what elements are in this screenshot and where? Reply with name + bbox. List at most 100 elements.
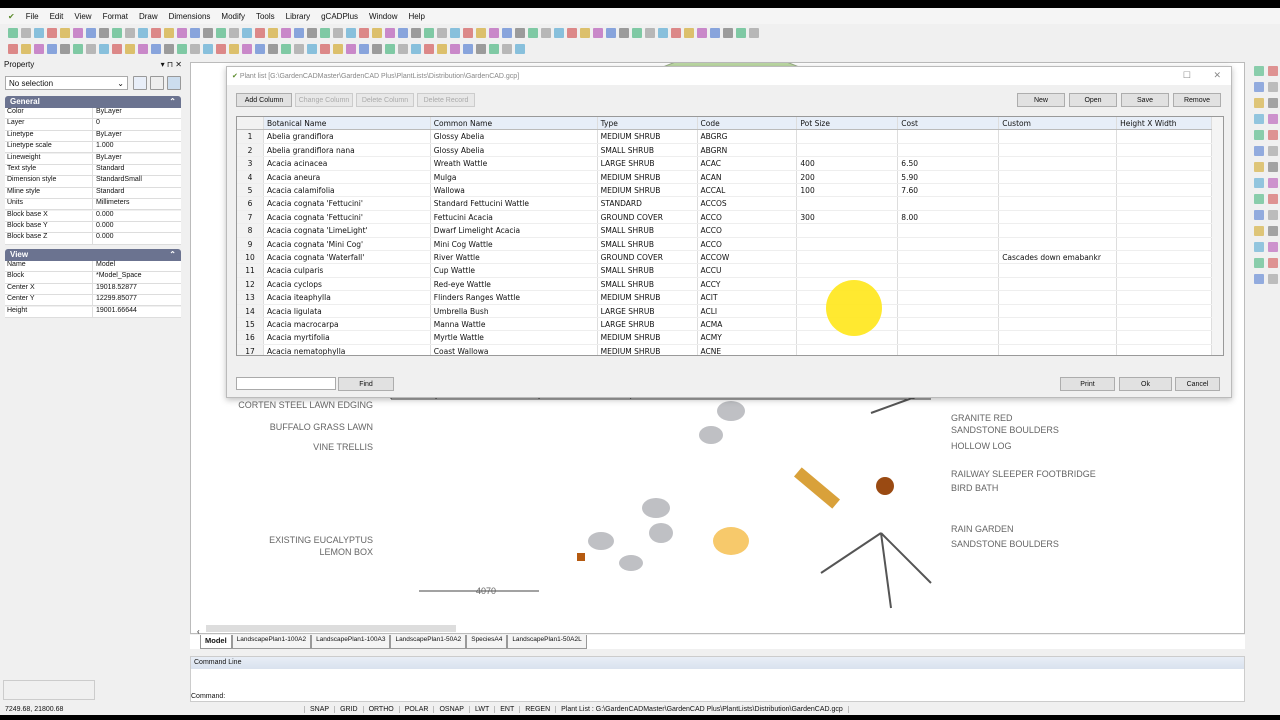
toolbar-tool-icon[interactable]	[489, 44, 499, 54]
property-value[interactable]: 0	[93, 119, 100, 129]
table-cell[interactable]	[898, 264, 1000, 277]
tab-landscapeplan1-100a3[interactable]: LandscapePlan1-100A3	[311, 635, 391, 649]
maximize-icon[interactable]: ☐	[1183, 70, 1191, 81]
table-cell[interactable]: 9	[237, 237, 264, 250]
toolbar-tool-icon[interactable]	[151, 44, 161, 54]
table-cell[interactable]: ACLI	[698, 304, 798, 317]
table-cell[interactable]: Flinders Ranges Wattle	[431, 291, 598, 304]
table-cell[interactable]: 2	[237, 143, 264, 157]
close-icon[interactable]: ✕	[1213, 70, 1221, 81]
toolbar-tool-icon[interactable]	[34, 28, 44, 38]
toolbar-tool-icon[interactable]	[281, 28, 291, 38]
tool-icon[interactable]	[1268, 194, 1278, 204]
table-cell[interactable]	[898, 291, 1000, 304]
table-cell[interactable]: ACCOS	[698, 197, 798, 210]
table-cell[interactable]: Abelia grandiflora	[264, 130, 431, 143]
tool-icon[interactable]	[1254, 242, 1264, 252]
table-cell[interactable]	[898, 251, 1000, 264]
toolbar-tool-icon[interactable]	[398, 28, 408, 38]
tool-icon[interactable]	[1268, 242, 1278, 252]
toolbar-tool-icon[interactable]	[125, 28, 135, 38]
table-cell[interactable]: 6.50	[898, 157, 1000, 170]
table-cell[interactable]	[1117, 224, 1212, 237]
property-value[interactable]: 0.000	[93, 211, 114, 221]
table-cell[interactable]	[1117, 251, 1212, 264]
toolbar-tool-icon[interactable]	[580, 28, 590, 38]
toolbar-tool-icon[interactable]	[359, 28, 369, 38]
toolbar-tool-icon[interactable]	[437, 28, 447, 38]
table-cell[interactable]: MEDIUM SHRUB	[598, 170, 698, 183]
toolbar-tool-icon[interactable]	[112, 28, 122, 38]
table-cell[interactable]: ACCAL	[698, 184, 798, 197]
toolbar-tool-icon[interactable]	[8, 28, 18, 38]
table-cell[interactable]: Acacia cognata 'LimeLight'	[264, 224, 431, 237]
table-cell[interactable]: Acacia culparis	[264, 264, 431, 277]
button-new[interactable]: New	[1017, 93, 1065, 107]
table-row[interactable]: 8 Acacia cognata 'LimeLight' Dwarf Limelig…	[237, 224, 1212, 238]
cancel-button[interactable]: Cancel	[1175, 377, 1220, 391]
table-cell[interactable]	[999, 157, 1118, 170]
table-cell[interactable]: Cup Wattle	[431, 264, 598, 277]
table-cell[interactable]	[999, 291, 1118, 304]
toolbar-tool-icon[interactable]	[424, 28, 434, 38]
table-cell[interactable]: 17	[237, 344, 264, 355]
column-header[interactable]: Custom	[999, 117, 1118, 130]
property-row[interactable]: Lineweight ByLayer	[5, 153, 181, 165]
toolbar-tool-icon[interactable]	[515, 44, 525, 54]
table-cell[interactable]: Mini Cog Wattle	[431, 237, 598, 250]
toolbar-tool-icon[interactable]	[372, 44, 382, 54]
tool-icon[interactable]	[1254, 226, 1264, 236]
table-cell[interactable]: ACIT	[698, 291, 798, 304]
property-value[interactable]: Standard	[93, 188, 124, 198]
property-row[interactable]: Block base Y 0.000	[5, 222, 181, 234]
table-cell[interactable]: 8	[237, 224, 264, 237]
table-row[interactable]: 14 Acacia ligulata Umbrella Bush LARGE SHRU…	[237, 304, 1212, 318]
table-cell[interactable]: Acacia nematophylla	[264, 344, 431, 355]
button-open[interactable]: Open	[1069, 93, 1117, 107]
property-row[interactable]: Units Millimeters	[5, 199, 181, 211]
menu-format[interactable]: Format	[103, 12, 128, 21]
menu-dimensions[interactable]: Dimensions	[169, 12, 211, 21]
table-cell[interactable]: SMALL SHRUB	[598, 224, 698, 237]
toolbar-tool-icon[interactable]	[216, 28, 226, 38]
table-cell[interactable]: Wreath Wattle	[431, 157, 598, 170]
property-row[interactable]: Color ByLayer	[5, 108, 181, 120]
table-cell[interactable]: MEDIUM SHRUB	[598, 184, 698, 197]
table-cell[interactable]: Fettucini Acacia	[431, 210, 598, 224]
column-header[interactable]: Code	[698, 117, 798, 130]
tool-icon[interactable]	[1268, 114, 1278, 124]
toolbar-tool-icon[interactable]	[294, 28, 304, 38]
toolbar-tool-icon[interactable]	[333, 44, 343, 54]
table-cell[interactable]	[898, 143, 1000, 157]
property-value[interactable]: 0.000	[93, 233, 114, 243]
table-row[interactable]: 17 Acacia nematophylla Coast Wallowa MEDIUM…	[237, 344, 1212, 355]
table-cell[interactable]	[999, 318, 1118, 331]
table-cell[interactable]	[1117, 237, 1212, 250]
table-cell[interactable]: 1	[237, 130, 264, 143]
table-cell[interactable]	[1117, 331, 1212, 344]
status-toggle-regen[interactable]: REGEN	[520, 705, 557, 713]
table-cell[interactable]: Acacia cyclops	[264, 277, 431, 291]
toolbar-tool-icon[interactable]	[21, 28, 31, 38]
toolbar-tool-icon[interactable]	[658, 28, 668, 38]
tool-icon[interactable]	[1268, 146, 1278, 156]
toolbar-tool-icon[interactable]	[151, 28, 161, 38]
table-row[interactable]: 5 Acacia calamifolia Wallowa MEDIUM SHRUB AC…	[237, 184, 1212, 198]
button-remove[interactable]: Remove	[1173, 93, 1221, 107]
table-cell[interactable]: Acacia cognata 'Fettucini'	[264, 210, 431, 224]
selection-dropdown[interactable]: No selection ⌄	[5, 76, 128, 90]
table-cell[interactable]: Acacia iteaphylla	[264, 291, 431, 304]
table-cell[interactable]: SMALL SHRUB	[598, 143, 698, 157]
table-cell[interactable]	[898, 237, 1000, 250]
toolbar-tool-icon[interactable]	[164, 28, 174, 38]
table-cell[interactable]	[999, 224, 1118, 237]
column-header[interactable]: Type	[598, 117, 698, 130]
table-cell[interactable]: 5.90	[898, 170, 1000, 183]
toolbar-tool-icon[interactable]	[268, 44, 278, 54]
toolbar-tool-icon[interactable]	[268, 28, 278, 38]
status-toggle-polar[interactable]: POLAR	[400, 705, 435, 713]
table-row[interactable]: 1 Abelia grandiflora Glossy Abelia MEDIUM S…	[237, 130, 1212, 144]
table-cell[interactable]: 11	[237, 264, 264, 277]
toolbar-tool-icon[interactable]	[307, 44, 317, 54]
table-cell[interactable]: Acacia cognata 'Mini Cog'	[264, 237, 431, 250]
